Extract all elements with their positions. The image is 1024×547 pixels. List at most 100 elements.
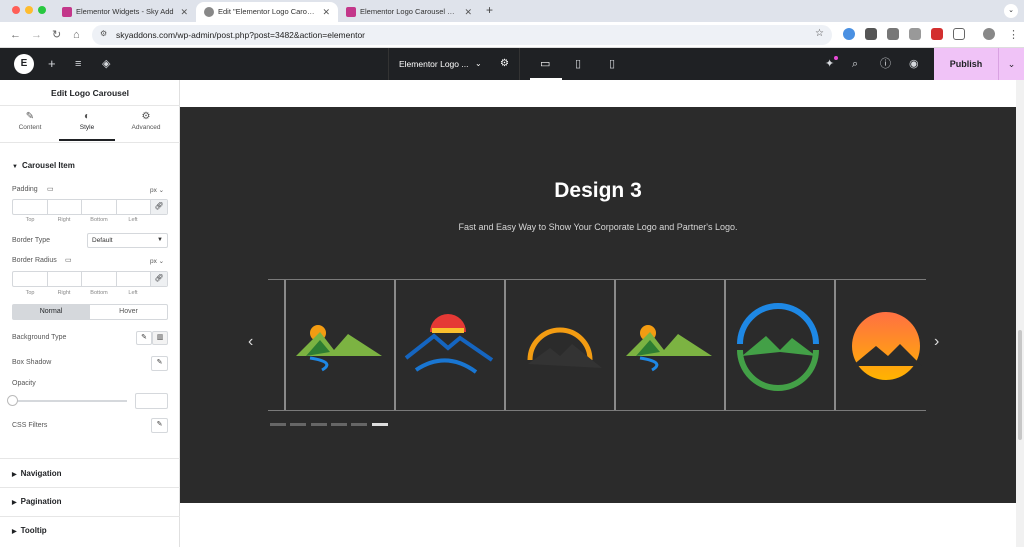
close-window-button[interactable] bbox=[12, 6, 20, 14]
extension-mail-icon[interactable] bbox=[887, 28, 899, 40]
carousel-item[interactable] bbox=[724, 280, 834, 410]
unit-label: px bbox=[150, 187, 157, 194]
structure-layers-icon[interactable]: ◈ bbox=[102, 56, 110, 72]
document-name-dropdown[interactable]: Elementor Logo ... ⌄ ⚙ bbox=[388, 48, 520, 80]
padding-right-input[interactable] bbox=[48, 200, 82, 214]
tab-label: Advanced bbox=[131, 124, 161, 131]
browser-tab-2[interactable]: Edit "Elementor Logo Carousel ✕ bbox=[196, 2, 338, 22]
caret-right-icon: ▶ bbox=[12, 472, 17, 478]
search-icon[interactable]: ⌕ bbox=[852, 56, 858, 72]
radius-top-input[interactable] bbox=[13, 272, 48, 286]
carousel-item[interactable] bbox=[614, 280, 724, 410]
bookmark-star-icon[interactable]: ☆ bbox=[815, 28, 824, 39]
border-type-select[interactable]: Default ▼ bbox=[87, 233, 168, 248]
carousel-section[interactable]: Design 3 Fast and Easy Way to Show Your … bbox=[180, 107, 1016, 503]
pagination-bullet[interactable] bbox=[270, 423, 286, 426]
browser-menu-icon[interactable]: ⋮ bbox=[1008, 28, 1019, 42]
pagination-bullet[interactable] bbox=[331, 423, 347, 426]
section-label: Pagination bbox=[20, 497, 62, 506]
radius-bottom-input[interactable] bbox=[82, 272, 117, 286]
section-navigation[interactable]: ▶ Navigation bbox=[12, 469, 62, 478]
padding-top-input[interactable] bbox=[13, 200, 48, 214]
extension-image-icon[interactable] bbox=[909, 28, 921, 40]
minimize-window-button[interactable] bbox=[25, 6, 33, 14]
extensions-puzzle-icon[interactable] bbox=[953, 28, 965, 40]
skyaddons-favicon-icon bbox=[62, 7, 72, 17]
elementor-logo-icon[interactable]: E bbox=[14, 54, 34, 74]
close-tab-icon[interactable]: ✕ bbox=[180, 2, 188, 22]
extension-color-icon[interactable] bbox=[843, 28, 855, 40]
responsive-desktop-icon[interactable]: ▭ bbox=[65, 256, 72, 264]
tab-style[interactable]: ◐ Style bbox=[59, 110, 115, 141]
section-label: Navigation bbox=[20, 469, 62, 478]
padding-bottom-input[interactable] bbox=[82, 200, 117, 214]
maximize-window-button[interactable] bbox=[38, 6, 46, 14]
link-values-icon[interactable]: 🔗︎ bbox=[151, 272, 167, 286]
pagination-bullet[interactable] bbox=[311, 423, 327, 426]
section-tooltip[interactable]: ▶ Tooltip bbox=[12, 526, 47, 535]
pagination-bullet[interactable] bbox=[351, 423, 367, 426]
state-hover-toggle[interactable]: Hover bbox=[89, 304, 168, 320]
carousel-next-arrow-icon[interactable]: › bbox=[934, 333, 939, 351]
desktop-view-icon[interactable]: ▭ bbox=[540, 56, 550, 72]
home-icon[interactable]: ⌂ bbox=[73, 28, 80, 42]
tablet-view-icon[interactable]: ▯ bbox=[575, 56, 581, 72]
publish-button[interactable]: Publish bbox=[934, 48, 998, 80]
carousel-prev-arrow-icon[interactable]: ‹ bbox=[248, 333, 253, 351]
pagination-bullet-active[interactable] bbox=[372, 423, 388, 426]
border-type-label: Border Type bbox=[12, 237, 51, 244]
reload-icon[interactable]: ↻ bbox=[52, 28, 61, 42]
publish-options-chevron-icon[interactable]: ⌄ bbox=[998, 48, 1024, 80]
logo-carousel[interactable] bbox=[268, 279, 926, 411]
radius-left-input[interactable] bbox=[117, 272, 151, 286]
help-icon[interactable]: ⓘ bbox=[880, 56, 891, 72]
extension-y-icon[interactable] bbox=[931, 28, 943, 40]
extension-shield-icon[interactable] bbox=[865, 28, 877, 40]
opacity-slider-handle[interactable] bbox=[7, 395, 18, 406]
box-shadow-edit-icon[interactable]: ✎ bbox=[151, 356, 168, 371]
css-filters-edit-icon[interactable]: ✎ bbox=[151, 418, 168, 433]
padding-unit-select[interactable]: px ⌄ bbox=[150, 186, 164, 194]
opacity-input[interactable] bbox=[135, 393, 168, 409]
opacity-slider-track[interactable] bbox=[12, 400, 127, 402]
notifications-megaphone-icon[interactable]: ✦ bbox=[825, 56, 834, 72]
radius-right-input[interactable] bbox=[48, 272, 82, 286]
carousel-item[interactable] bbox=[284, 280, 394, 410]
forward-icon[interactable]: → bbox=[31, 28, 42, 42]
browser-tab-3[interactable]: Elementor Logo Carousel Wid ✕ bbox=[338, 2, 480, 22]
tab-advanced[interactable]: ⚙ Advanced bbox=[118, 110, 174, 138]
background-gradient-icon[interactable]: ▥ bbox=[152, 331, 168, 345]
border-radius-unit-select[interactable]: px ⌄ bbox=[150, 257, 164, 265]
section-carousel-item[interactable]: ▼ Carousel Item bbox=[12, 161, 75, 170]
canvas-scroll-thumb[interactable] bbox=[1018, 330, 1022, 440]
elementor-panel: Edit Logo Carousel ✎ Content ◐ Style ⚙ A… bbox=[0, 80, 180, 547]
site-info-icon[interactable]: ⚙ bbox=[100, 29, 107, 38]
url-field[interactable]: ⚙ skyaddons.com/wp-admin/post.php?post=3… bbox=[92, 25, 832, 45]
mobile-view-icon[interactable]: ▯ bbox=[609, 56, 615, 72]
preview-eye-icon[interactable]: ◉ bbox=[909, 56, 919, 72]
close-tab-icon[interactable]: ✕ bbox=[464, 2, 472, 22]
tab-search-icon[interactable]: ⌄ bbox=[1004, 4, 1018, 18]
link-values-icon[interactable]: 🔗︎ bbox=[151, 200, 167, 214]
padding-left-input[interactable] bbox=[117, 200, 151, 214]
carousel-item[interactable] bbox=[394, 280, 504, 410]
back-icon[interactable]: ← bbox=[10, 28, 21, 42]
browser-tab-1[interactable]: Elementor Widgets - Sky Add ✕ bbox=[54, 2, 196, 22]
pagination-bullet[interactable] bbox=[290, 423, 306, 426]
new-tab-button[interactable]: + bbox=[486, 3, 493, 17]
background-classic-brush-icon[interactable]: ✎ bbox=[136, 331, 152, 345]
page-settings-icon[interactable]: ⚙ bbox=[500, 48, 509, 80]
tab-content[interactable]: ✎ Content bbox=[2, 110, 58, 138]
carousel-item[interactable] bbox=[504, 280, 614, 410]
add-element-icon[interactable]: + bbox=[48, 56, 56, 72]
profile-avatar[interactable] bbox=[983, 28, 995, 40]
section-pagination[interactable]: ▶ Pagination bbox=[12, 497, 62, 506]
responsive-desktop-icon[interactable]: ▭ bbox=[47, 185, 54, 193]
browser-tab-bar: Elementor Widgets - Sky Add ✕ Edit "Elem… bbox=[0, 0, 1024, 22]
carousel-item[interactable] bbox=[834, 280, 926, 410]
canvas-scrollbar[interactable] bbox=[1016, 80, 1024, 547]
close-tab-icon[interactable]: ✕ bbox=[322, 2, 330, 22]
notification-dot bbox=[834, 56, 838, 60]
state-normal-toggle[interactable]: Normal bbox=[12, 304, 90, 320]
site-settings-icon[interactable]: ≡ bbox=[75, 56, 81, 72]
